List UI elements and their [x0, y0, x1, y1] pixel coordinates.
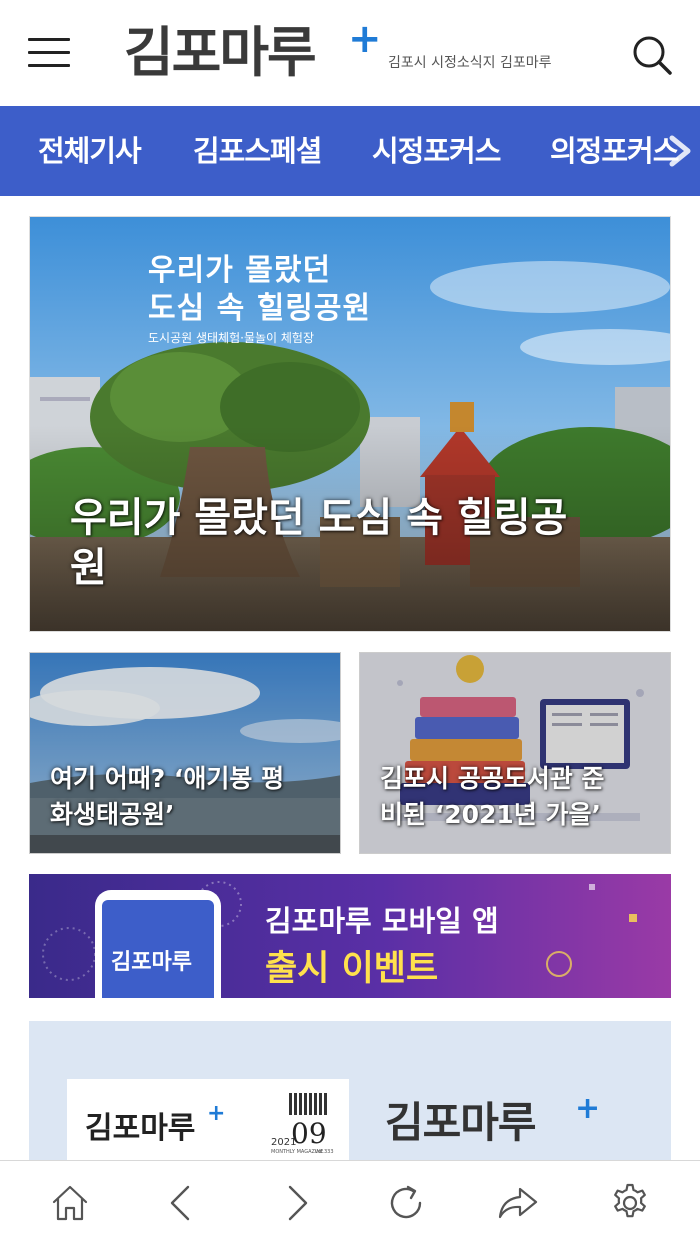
- magazine-brand-logo: 김포마루: [385, 1098, 537, 1147]
- nav-item-council[interactable]: 의정포커스: [550, 106, 679, 196]
- refresh-icon[interactable]: [384, 1181, 428, 1225]
- magazine-cover[interactable]: 김포마루 + 2021 09 MONTHLY MAGAZINE vol.333: [67, 1079, 349, 1161]
- article-card-aegibong[interactable]: 여기 어때? ‘애기봉 평 화생태공원’: [29, 652, 341, 854]
- logo-text: 김포마루: [124, 21, 317, 84]
- cover-plus-icon: +: [207, 1101, 226, 1126]
- banner-line1: 김포마루 모바일 앱: [265, 904, 499, 938]
- forward-icon[interactable]: [274, 1181, 318, 1225]
- hero-title-line1: 우리가 몰랐던 도심 속 힐링공: [70, 495, 568, 541]
- site-tagline: 김포시 시정소식지 김포마루: [388, 55, 552, 71]
- hero-title: 우리가 몰랐던 도심 속 힐링공 원: [70, 493, 567, 593]
- menu-icon[interactable]: [28, 38, 70, 68]
- app-header: 김포마루 + 김포시 시정소식지 김포마루: [0, 0, 700, 106]
- logo-plus-icon: +: [348, 16, 382, 62]
- qr-code: [289, 1093, 329, 1115]
- brand-plus-icon: +: [575, 1091, 601, 1126]
- home-icon[interactable]: [48, 1181, 92, 1225]
- category-nav: 전체기사 김포스페셜 시정포커스 의정포커스: [0, 106, 700, 196]
- chevron-right-icon[interactable]: [666, 106, 700, 196]
- article-card-library[interactable]: 김포시 공공도서관 준 비된 ‘2021년 가을’: [359, 652, 671, 854]
- settings-icon[interactable]: [608, 1181, 652, 1225]
- hero-poster-line2: 도심 속 힐링공원: [148, 291, 372, 326]
- card-title-line2: 비된 ‘2021년 가을’: [380, 800, 601, 829]
- hero-title-line2: 원: [70, 545, 107, 591]
- card-title-line1: 여기 어때? ‘애기봉 평: [50, 764, 285, 793]
- phone-logo: 김포마루: [111, 950, 192, 975]
- share-icon[interactable]: [496, 1181, 540, 1225]
- nav-item-policy[interactable]: 시정포커스: [372, 106, 501, 196]
- card-title: 김포시 공공도서관 준 비된 ‘2021년 가을’: [380, 761, 604, 833]
- cover-logo: 김포마루: [85, 1111, 196, 1146]
- magazine-section: 김포마루 + 2021 09 MONTHLY MAGAZINE vol.333 …: [29, 1021, 671, 1161]
- cover-issue: 09: [291, 1117, 327, 1150]
- browser-toolbar: [0, 1160, 700, 1245]
- app-launch-banner[interactable]: 김포마루 김포마루 모바일 앱 출시 이벤트: [29, 874, 671, 998]
- search-icon[interactable]: [630, 33, 674, 77]
- banner-line2: 출시 이벤트: [265, 949, 439, 989]
- card-title-line1: 김포시 공공도서관 준: [380, 764, 605, 793]
- nav-item-special[interactable]: 김포스페셜: [193, 106, 322, 196]
- card-title-line2: 화생태공원’: [50, 800, 175, 829]
- card-title: 여기 어때? ‘애기봉 평 화생태공원’: [50, 761, 284, 833]
- nav-item-all[interactable]: 전체기사: [38, 106, 142, 196]
- back-icon[interactable]: [160, 1181, 204, 1225]
- featured-article[interactable]: 우리가 몰랐던 도심 속 힐링공원 도시공원 생태체험·물놀이 체험장 우리가 …: [29, 216, 671, 632]
- hero-poster-subtitle: 도시공원 생태체험·물놀이 체험장: [148, 331, 315, 345]
- cover-vol: vol.333: [315, 1149, 334, 1155]
